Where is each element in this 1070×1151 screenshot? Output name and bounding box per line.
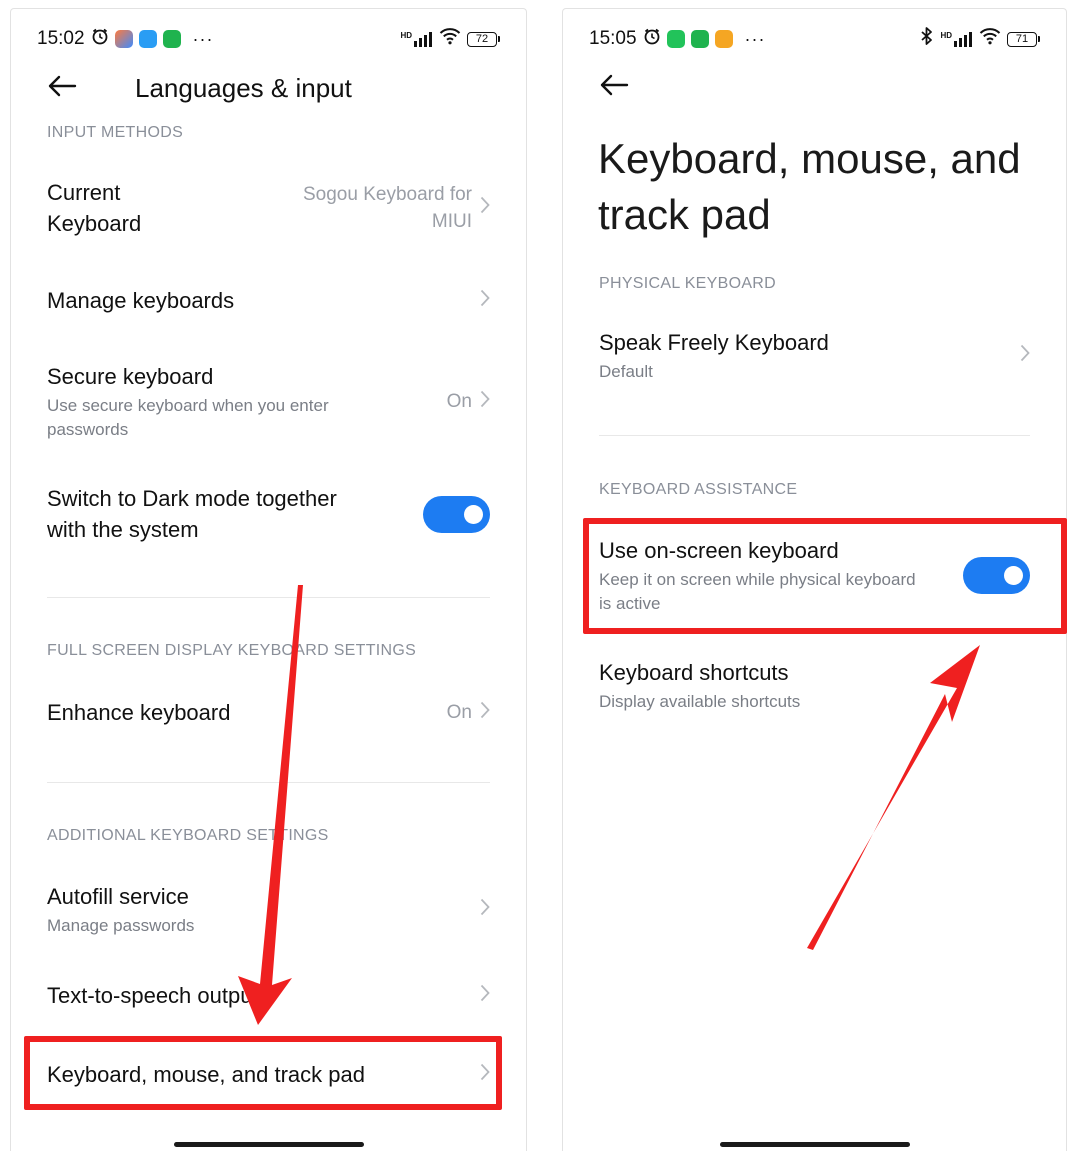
comparison-stage: 15:02 ··· HD 72 Languages & input INPUT … [0, 0, 1070, 1151]
section-header-additional: ADDITIONAL KEYBOARD SETTINGS [47, 827, 329, 844]
phone-screen-languages-input: 15:02 ··· HD 72 Languages & input INPUT … [10, 8, 527, 1151]
keyboard-mouse-trackpad-row[interactable]: Keyboard, mouse, and track pad [47, 1059, 490, 1090]
autofill-service-row[interactable]: Autofill service Manage passwords [47, 881, 490, 938]
current-keyboard-value-line1: Sogou Keyboard for [302, 184, 472, 205]
page-title: Languages & input [135, 73, 352, 103]
alarm-icon [643, 27, 661, 51]
current-keyboard-value-line2: MIUI [431, 211, 472, 232]
current-keyboard-title-line1: Current [47, 180, 121, 205]
keyboard-mouse-trackpad-title: Keyboard, mouse, and track pad [47, 1062, 365, 1087]
autofill-service-title: Autofill service [47, 884, 189, 909]
speak-freely-keyboard-subtitle: Default [599, 362, 653, 381]
keyboard-shortcuts-title: Keyboard shortcuts [599, 660, 789, 685]
chevron-right-icon [480, 898, 490, 922]
manage-keyboards-title: Manage keyboards [47, 288, 235, 313]
battery-icon: 72 [467, 31, 500, 47]
section-header-keyboard-assistance: KEYBOARD ASSISTANCE [599, 481, 798, 498]
section-header-full-screen: FULL SCREEN DISPLAY KEYBOARD SETTINGS [47, 642, 417, 659]
use-on-screen-keyboard-row: Use on-screen keyboard Keep it on screen… [599, 535, 1030, 616]
more-notifications-icon: ··· [192, 28, 214, 49]
back-arrow-icon[interactable] [47, 74, 77, 103]
wifi-icon [439, 27, 461, 51]
dark-mode-toggle[interactable] [423, 495, 490, 533]
chevron-right-icon [480, 701, 490, 725]
speak-freely-keyboard-row[interactable]: Speak Freely Keyboard Default [599, 327, 1030, 384]
battery-icon: 71 [1007, 31, 1040, 47]
wechat-icon [690, 30, 709, 48]
divider [599, 435, 1030, 436]
use-on-screen-keyboard-subtitle-line1: Keep it on screen while physical keyboar… [599, 570, 916, 589]
section-header-input-methods: INPUT METHODS [47, 124, 184, 141]
current-keyboard-title-line2: Keyboard [47, 211, 142, 236]
chevron-right-icon [480, 984, 490, 1008]
secure-keyboard-value: On [446, 390, 472, 412]
use-on-screen-keyboard-toggle[interactable] [963, 557, 1030, 594]
app-notification-icon [666, 30, 685, 48]
signal-icon: HD [400, 31, 433, 47]
secure-keyboard-row[interactable]: Secure keyboard Use secure keyboard when… [47, 361, 490, 442]
signal-icon: HD [940, 31, 973, 47]
back-arrow-icon[interactable] [599, 73, 629, 102]
manage-keyboards-row[interactable]: Manage keyboards [47, 285, 490, 316]
divider [47, 782, 490, 783]
more-notifications-icon: ··· [744, 28, 766, 49]
status-time: 15:05 [589, 28, 637, 49]
secure-keyboard-title: Secure keyboard [47, 364, 214, 389]
header: Languages & input [47, 73, 490, 104]
dark-mode-row: Switch to Dark mode together with the sy… [47, 483, 490, 545]
text-to-speech-row[interactable]: Text-to-speech output [47, 980, 490, 1011]
current-keyboard-row[interactable]: Current Keyboard Sogou Keyboard for MIUI [47, 177, 490, 239]
enhance-keyboard-value: On [446, 701, 472, 723]
wifi-icon [979, 27, 1001, 51]
status-time: 15:02 [37, 28, 85, 49]
status-bar: 15:05 ··· HD 71 [589, 23, 1040, 55]
enhance-keyboard-title: Enhance keyboard [47, 700, 231, 725]
chevron-right-icon [480, 1063, 490, 1087]
network-type-label: HD [400, 31, 412, 40]
status-bar: 15:02 ··· HD 72 [37, 23, 500, 55]
divider [47, 597, 490, 598]
chevron-right-icon [480, 390, 490, 414]
autofill-service-subtitle: Manage passwords [47, 916, 195, 935]
battery-level: 72 [467, 31, 497, 47]
keyboard-shortcuts-subtitle: Display available shortcuts [599, 692, 801, 711]
keyboard-shortcuts-row[interactable]: Keyboard shortcuts Display available sho… [599, 657, 1030, 714]
app-notification-icon [114, 30, 133, 48]
speak-freely-keyboard-title: Speak Freely Keyboard [599, 330, 829, 355]
page-title: Keyboard, mouse, and track pad [598, 135, 1021, 238]
battery-level: 71 [1007, 31, 1037, 47]
dark-mode-title-line2: with the system [47, 517, 199, 542]
home-indicator[interactable] [719, 1142, 910, 1147]
header [599, 73, 1030, 102]
use-on-screen-keyboard-subtitle-line2: is active [599, 594, 661, 613]
chevron-right-icon [480, 289, 490, 313]
section-header-physical-keyboard: PHYSICAL KEYBOARD [599, 275, 777, 292]
dark-mode-title-line1: Switch to Dark mode together [47, 486, 337, 511]
secure-keyboard-subtitle-line1: Use secure keyboard when you enter [47, 396, 329, 415]
alarm-icon [91, 27, 109, 51]
use-on-screen-keyboard-title: Use on-screen keyboard [599, 538, 839, 563]
chevron-right-icon [1020, 344, 1030, 368]
enhance-keyboard-row[interactable]: Enhance keyboard On [47, 697, 490, 728]
chevron-right-icon [480, 196, 490, 220]
wechat-icon [162, 30, 181, 48]
network-type-label: HD [940, 31, 952, 40]
secure-keyboard-subtitle-line2: passwords [47, 420, 129, 439]
cloud-app-icon [138, 30, 157, 48]
text-to-speech-title: Text-to-speech output [47, 983, 259, 1008]
notes-app-icon [714, 30, 733, 48]
bluetooth-icon [920, 27, 934, 51]
home-indicator[interactable] [173, 1142, 364, 1147]
phone-screen-keyboard-mouse: 15:05 ··· HD 71 Keyboard, mouse, and tra… [562, 8, 1067, 1151]
